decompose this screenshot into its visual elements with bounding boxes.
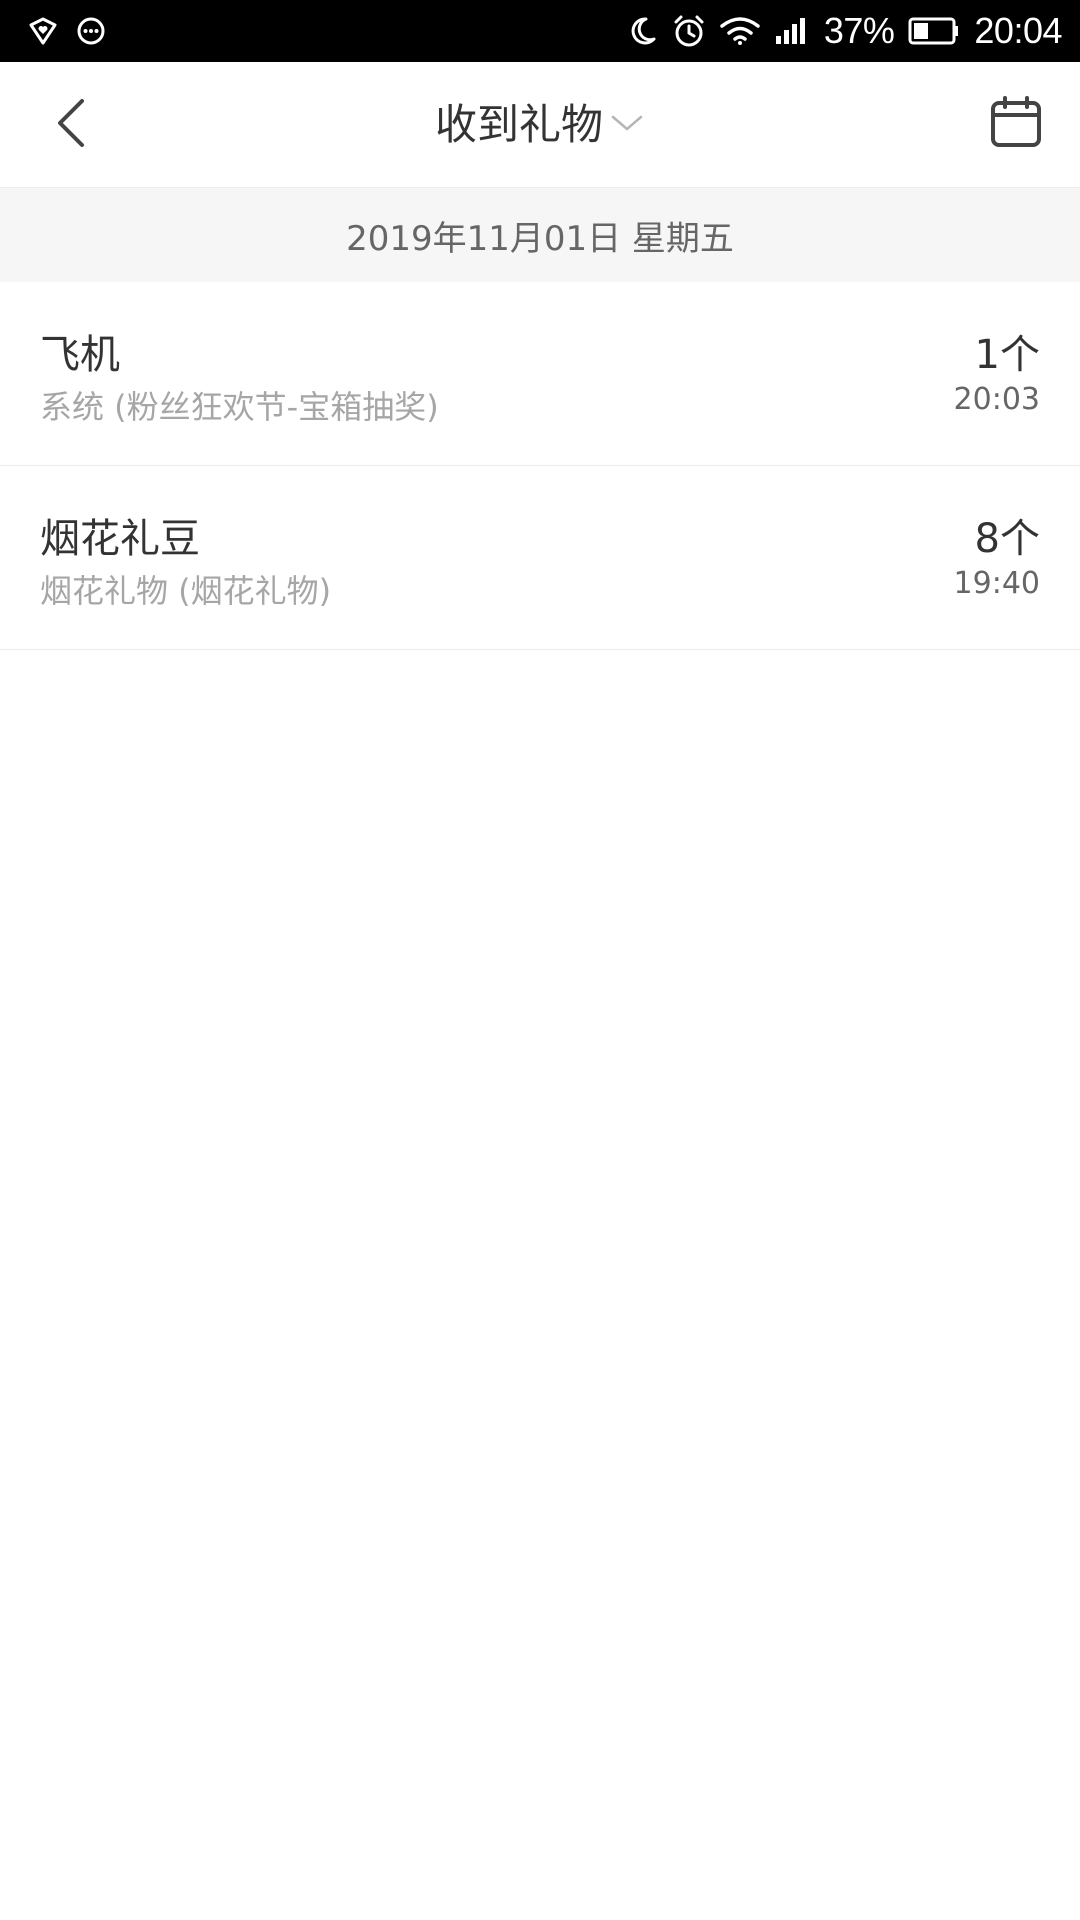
chat-bubble-icon — [76, 16, 106, 46]
list-item[interactable]: 烟花礼豆 烟花礼物 (烟花礼物) 8个 19:40 — [0, 466, 1080, 650]
status-left-icons — [28, 14, 106, 48]
status-bar: 37% 20:04 — [0, 0, 1080, 62]
chevron-down-icon — [609, 111, 645, 139]
gift-name: 烟花礼豆 — [40, 516, 200, 562]
title-selector[interactable]: 收到礼物 — [0, 62, 1080, 188]
battery-percent: 37% — [823, 10, 895, 51]
gift-time: 19:40 — [953, 566, 1040, 601]
moon-icon — [628, 15, 658, 47]
wifi-icon — [720, 16, 760, 46]
page-title: 收到礼物 — [434, 100, 603, 149]
gift-list: 飞机 系统 (粉丝狂欢节-宝箱抽奖) 1个 20:03 烟花礼豆 烟花礼物 (烟… — [0, 282, 1080, 650]
gift-count: 8个 — [974, 516, 1040, 562]
battery-icon — [908, 16, 960, 46]
signal-icon — [774, 16, 810, 46]
list-item[interactable]: 飞机 系统 (粉丝狂欢节-宝箱抽奖) 1个 20:03 — [0, 282, 1080, 466]
date-section-header: 2019年11月01日 星期五 — [0, 188, 1080, 282]
app-header: 收到礼物 — [0, 62, 1080, 188]
status-right-icons: 37% 20:04 — [628, 0, 1062, 62]
calendar-icon — [989, 95, 1043, 153]
alarm-icon — [672, 14, 706, 48]
shield-heart-icon — [28, 16, 58, 46]
calendar-button[interactable] — [988, 96, 1044, 152]
gift-name: 飞机 — [40, 332, 120, 378]
gift-count: 1个 — [974, 332, 1040, 378]
date-label: 2019年11月01日 星期五 — [346, 218, 734, 259]
status-time: 20:04 — [974, 10, 1062, 51]
gift-time: 20:03 — [953, 382, 1040, 417]
gift-source: 烟花礼物 (烟花礼物) — [40, 572, 332, 610]
gift-source: 系统 (粉丝狂欢节-宝箱抽奖) — [40, 388, 439, 426]
